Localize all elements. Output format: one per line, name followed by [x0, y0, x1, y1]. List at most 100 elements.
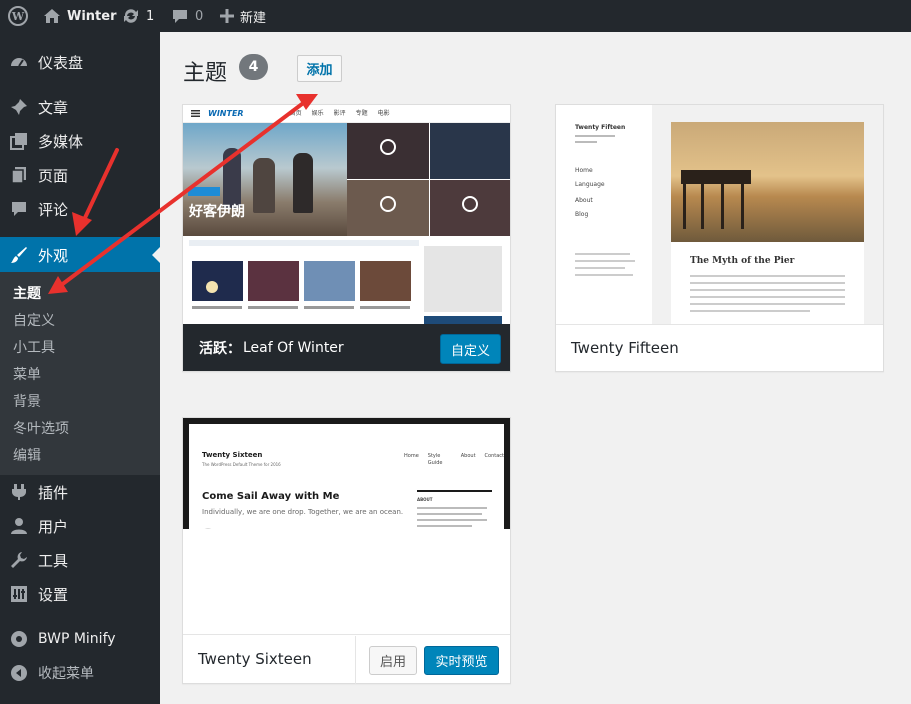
admin-sidebar: 仪表盘 文章 多媒体 页面 评论 外观 主题 自定义 小工具 菜单 背景 冬叶选… [0, 32, 160, 704]
comments-count: 0 [195, 8, 204, 24]
theme-screenshot: Twenty Fifteen Home Language About Blog [556, 105, 883, 324]
preview-menu-item: Home [575, 167, 593, 174]
sidebar-item-label: 评论 [38, 200, 69, 219]
activate-button[interactable]: 启用 [369, 646, 417, 675]
home-icon [44, 9, 60, 23]
dashboard-icon [9, 53, 29, 71]
sidebar-item-label: 页面 [38, 166, 69, 185]
preview-widget-title: ABOUT [417, 497, 433, 502]
sidebar-item-label: 设置 [38, 585, 69, 604]
preview-menu-item: Language [575, 181, 605, 188]
sidebar-item-appearance[interactable]: 外观 [0, 237, 160, 273]
preview-post-title: Come Sail Away with Me [202, 491, 340, 502]
preview-site-title: Twenty Fifteen [575, 124, 626, 131]
preview-nav-item: 娱乐 [311, 110, 324, 117]
sidebar-item-label: 工具 [38, 551, 69, 570]
submenu-theme-options[interactable]: 冬叶选项 [13, 418, 69, 438]
svg-text:W: W [11, 10, 25, 23]
submenu-menus[interactable]: 菜单 [13, 364, 41, 384]
wrench-icon [9, 551, 29, 569]
theme-card-twenty-sixteen[interactable]: Twenty Sixteen The WordPress Default The… [182, 417, 511, 684]
new-content-link[interactable]: 新建 [220, 0, 266, 32]
pin-icon [9, 98, 29, 116]
sidebar-item-dashboard[interactable]: 仪表盘 [0, 45, 160, 79]
preview-logo: WINTER [208, 109, 244, 118]
admin-bar: W Winter 1 0 新建 [0, 0, 911, 32]
new-label: 新建 [240, 10, 267, 26]
sidebar-item-pages[interactable]: 页面 [0, 158, 160, 192]
sidebar-item-label: 插件 [38, 483, 69, 502]
page-title: 主题 [183, 61, 228, 86]
updates-count: 1 [146, 8, 155, 24]
preview-nav-item: 电影 [377, 110, 390, 117]
plugin-icon [9, 483, 29, 501]
comment-bubble-icon [173, 9, 187, 23]
sidebar-item-tools[interactable]: 工具 [0, 543, 160, 577]
media-icon [9, 132, 29, 150]
preview-nav-item: Home [404, 453, 419, 459]
sidebar-item-settings[interactable]: 设置 [0, 577, 160, 611]
preview-post-title: The Myth of the Pier [690, 256, 795, 266]
preview-post-intro: Individually, we are one drop. Together,… [202, 508, 404, 516]
sidebar-item-label: 外观 [38, 246, 69, 265]
preview-photo [671, 122, 864, 242]
sidebar-item-label: 收起菜单 [38, 666, 94, 682]
sidebar-item-label: 多媒体 [38, 132, 84, 151]
sidebar-item-plugins[interactable]: 插件 [0, 475, 160, 509]
preview-nav-item: 首页 [289, 110, 302, 117]
updates-link[interactable]: 1 [122, 0, 154, 32]
theme-card-twenty-fifteen[interactable]: Twenty Fifteen Home Language About Blog [555, 104, 884, 372]
preview-nav-item: 专题 [355, 110, 368, 117]
site-name: Winter [67, 8, 117, 24]
submenu-editor[interactable]: 编辑 [13, 445, 41, 465]
preview-menu-item: Blog [575, 211, 589, 218]
preview-tagline: The WordPress Default Theme for 2016 [202, 462, 281, 467]
collapse-icon [9, 664, 29, 682]
theme-screenshot: WINTER 首页 娱乐 影评 专题 电影 好客伊朗 [183, 105, 510, 324]
paintbrush-icon [9, 246, 29, 264]
add-theme-button[interactable]: 添加 [297, 55, 342, 82]
customize-button[interactable]: 自定义 [440, 334, 501, 364]
plus-icon [220, 9, 234, 23]
sidebar-item-collapse[interactable]: 收起菜单 [0, 656, 160, 690]
sidebar-item-comments[interactable]: 评论 [0, 192, 160, 226]
comment-icon [9, 200, 29, 218]
site-name-link[interactable]: Winter [43, 0, 117, 32]
active-theme-name: Leaf Of Winter [243, 339, 344, 356]
live-preview-button[interactable]: 实时预览 [424, 646, 499, 675]
appearance-submenu: 主题 自定义 小工具 菜单 背景 冬叶选项 编辑 [0, 272, 160, 475]
sidebar-item-posts[interactable]: 文章 [0, 90, 160, 124]
settings-icon [9, 585, 29, 603]
preview-site-title: Twenty Sixteen [202, 451, 263, 459]
page-icon [9, 166, 29, 184]
user-icon [9, 517, 29, 535]
sidebar-item-users[interactable]: 用户 [0, 509, 160, 543]
preview-hero-image: 好客伊朗 [183, 123, 347, 236]
submenu-widgets[interactable]: 小工具 [13, 337, 55, 357]
theme-card-leaf-of-winter[interactable]: WINTER 首页 娱乐 影评 专题 电影 好客伊朗 活跃： Leaf Of W… [182, 104, 511, 372]
preview-menu-item: About [575, 197, 593, 204]
theme-count-badge: 4 [239, 54, 268, 80]
sidebar-item-label: 仪表盘 [38, 53, 84, 72]
sidebar-item-label: 用户 [38, 517, 69, 536]
preview-nav-item: 影评 [333, 110, 346, 117]
sidebar-item-media[interactable]: 多媒体 [0, 124, 160, 158]
submenu-customize[interactable]: 自定义 [13, 310, 55, 330]
theme-screenshot: Twenty Sixteen The WordPress Default The… [183, 418, 510, 637]
active-arrow [152, 247, 160, 263]
sidebar-item-bwp-minify[interactable]: BWP Minify [0, 622, 160, 656]
sidebar-item-label: BWP Minify [38, 631, 116, 647]
preview-nav-item: Contact [484, 453, 504, 459]
theme-name: Twenty Fifteen [571, 339, 679, 357]
submenu-background[interactable]: 背景 [13, 391, 41, 411]
submenu-themes[interactable]: 主题 [13, 283, 41, 303]
active-prefix: 活跃： [199, 340, 241, 357]
bwp-icon [9, 630, 29, 648]
preview-nav-item: About [460, 453, 476, 459]
comments-link[interactable]: 0 [171, 0, 203, 32]
preview-nav-item: Style Guide [427, 453, 443, 466]
refresh-icon [124, 9, 138, 23]
wordpress-logo-icon[interactable]: W [8, 0, 28, 32]
preview-hero-title: 好客伊朗 [189, 204, 245, 220]
hamburger-icon [191, 110, 200, 117]
